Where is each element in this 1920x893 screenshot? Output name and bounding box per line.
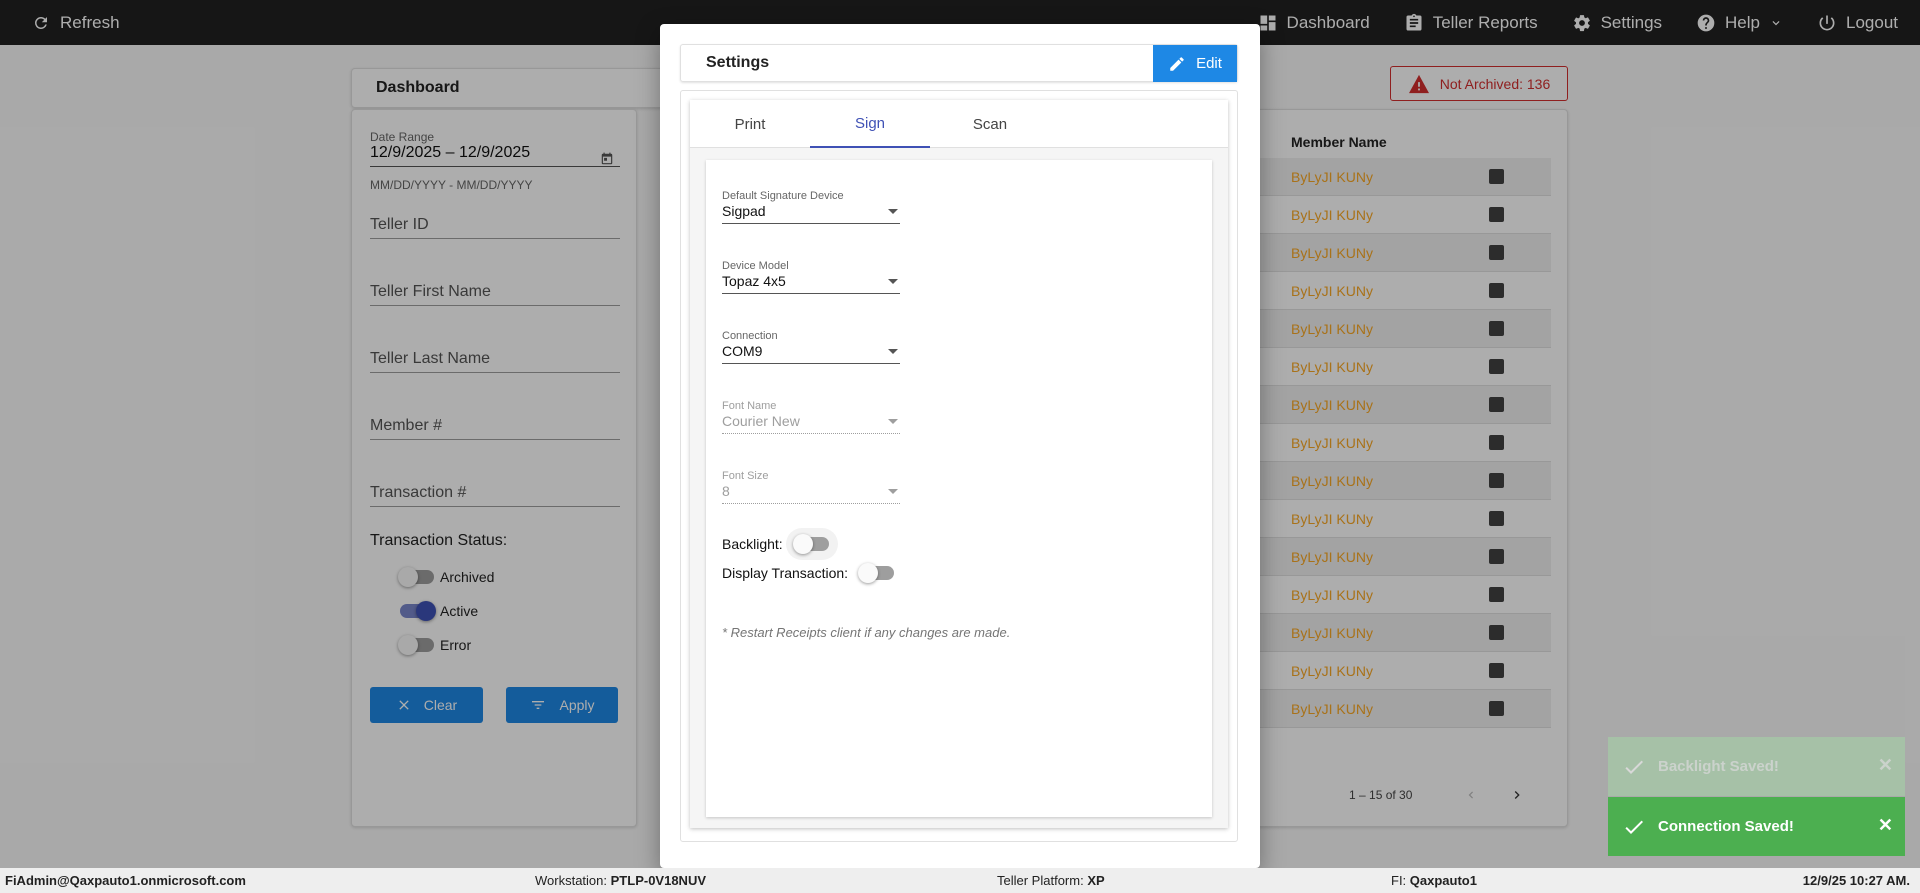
toast-message: Connection Saved! [1658, 818, 1794, 835]
default-signature-device-value: Sigpad [722, 203, 766, 219]
close-icon[interactable]: ✕ [1878, 755, 1893, 776]
display-transaction-row: Display Transaction: [722, 563, 895, 583]
default-signature-device-select[interactable]: Default Signature Device Sigpad [722, 190, 900, 224]
restart-note: * Restart Receipts client if any changes… [722, 625, 1011, 640]
tab-bar: Print Sign Scan [690, 100, 1228, 148]
platform-label: Teller Platform: [997, 873, 1084, 888]
font-name-value: Courier New [722, 413, 800, 429]
connection-label: Connection [722, 330, 778, 342]
device-model-label: Device Model [722, 260, 789, 272]
fi-value: Qaxpauto1 [1409, 873, 1477, 888]
dropdown-arrow-icon [888, 209, 898, 214]
workstation-label: Workstation: [535, 873, 608, 888]
tab-print[interactable]: Print [690, 100, 810, 148]
dialog-body: Print Sign Scan Default Signature Device… [680, 90, 1238, 842]
display-transaction-toggle[interactable] [858, 563, 895, 583]
toast-connection-saved: Connection Saved! ✕ [1608, 797, 1905, 856]
footer-datetime: 12/9/25 10:27 AM. [1802, 873, 1910, 888]
edit-button[interactable]: Edit [1153, 45, 1237, 82]
connection-select[interactable]: Connection COM9 [722, 330, 900, 364]
footer-workstation: Workstation: PTLP-0V18NUV [535, 873, 706, 888]
connection-value: COM9 [722, 343, 763, 359]
font-size-label: Font Size [722, 470, 769, 482]
device-model-select[interactable]: Device Model Topaz 4x5 [722, 260, 900, 294]
settings-tabs: Print Sign Scan Default Signature Device… [690, 100, 1228, 828]
footer-fi: FI: Qaxpauto1 [1391, 873, 1477, 888]
settings-dialog: Settings Edit Print Sign Scan Default Si… [660, 24, 1260, 868]
platform-value: XP [1087, 873, 1105, 888]
dialog-title: Settings [706, 54, 770, 71]
display-transaction-label: Display Transaction: [722, 565, 849, 581]
fi-label: FI: [1391, 873, 1407, 888]
footer-user: FiAdmin@Qaxpauto1.onmicrosoft.com [5, 873, 246, 888]
device-model-value: Topaz 4x5 [722, 273, 786, 289]
default-signature-device-label: Default Signature Device [722, 190, 844, 202]
status-footer: FiAdmin@Qaxpauto1.onmicrosoft.com Workst… [0, 868, 1920, 893]
backlight-toggle[interactable] [792, 534, 829, 554]
backlight-label: Backlight: [722, 536, 783, 552]
sign-settings-panel: Default Signature Device Sigpad Device M… [706, 160, 1212, 817]
check-icon [1622, 755, 1646, 779]
dropdown-arrow-icon [888, 489, 898, 494]
check-icon [1622, 815, 1646, 839]
toast-message: Backlight Saved! [1658, 758, 1779, 775]
dropdown-arrow-icon [888, 419, 898, 424]
font-size-select: Font Size 8 [722, 470, 900, 504]
tab-scan[interactable]: Scan [930, 100, 1050, 148]
close-icon[interactable]: ✕ [1878, 815, 1893, 836]
font-name-label: Font Name [722, 400, 777, 412]
pencil-icon [1168, 55, 1186, 73]
backlight-row: Backlight: [722, 534, 829, 554]
dialog-header: Settings Edit [680, 44, 1238, 82]
dropdown-arrow-icon [888, 279, 898, 284]
dropdown-arrow-icon [888, 349, 898, 354]
edit-label: Edit [1196, 55, 1222, 72]
footer-platform: Teller Platform: XP [997, 873, 1105, 888]
toast-backlight-saved: Backlight Saved! ✕ [1608, 737, 1905, 796]
font-name-select: Font Name Courier New [722, 400, 900, 434]
font-size-value: 8 [722, 483, 730, 499]
workstation-value: PTLP-0V18NUV [610, 873, 707, 888]
tab-sign[interactable]: Sign [810, 100, 930, 148]
